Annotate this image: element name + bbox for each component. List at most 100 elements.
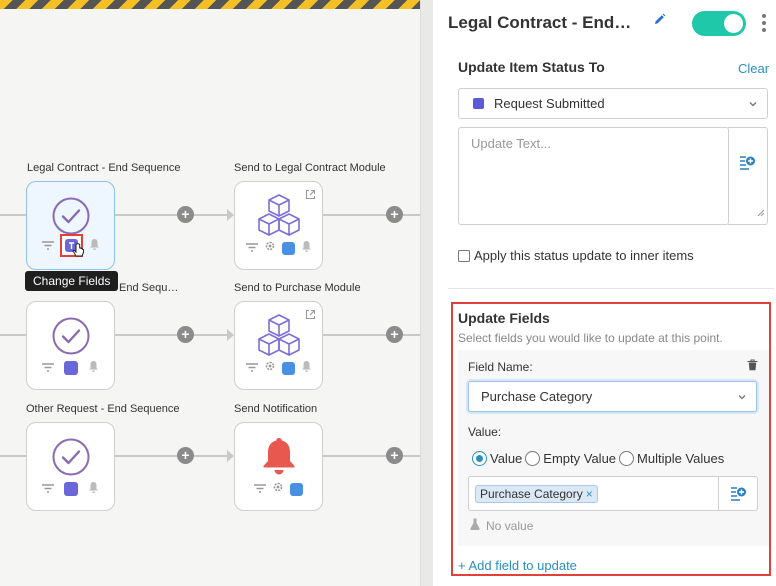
add-step-button[interactable]: + bbox=[386, 206, 403, 223]
connector-line bbox=[115, 334, 177, 336]
pencil-icon[interactable] bbox=[653, 13, 666, 31]
bell-icon[interactable] bbox=[88, 359, 99, 377]
cubes-icon bbox=[255, 193, 303, 244]
status-select-value: Request Submitted bbox=[494, 96, 605, 111]
fields-icon[interactable] bbox=[290, 482, 303, 496]
arrow-right-icon bbox=[227, 450, 234, 462]
section-title-update-status: Update Item Status To bbox=[458, 59, 605, 75]
add-field-link[interactable]: + Add field to update bbox=[458, 558, 577, 573]
connector-line bbox=[115, 455, 177, 457]
chevron-down-icon bbox=[748, 97, 758, 112]
radio-empty-value-label[interactable]: Empty Value bbox=[543, 451, 616, 466]
add-step-button[interactable]: + bbox=[386, 326, 403, 343]
node-title: End Sequ… bbox=[119, 282, 179, 294]
connector-line bbox=[0, 334, 26, 336]
gear-icon[interactable] bbox=[272, 480, 284, 498]
value-label: Value: bbox=[468, 425, 502, 439]
add-step-button[interactable]: + bbox=[386, 447, 403, 464]
bell-icon[interactable] bbox=[89, 237, 100, 255]
status-select[interactable]: Request Submitted bbox=[458, 88, 768, 119]
radio-multiple-values[interactable] bbox=[619, 451, 635, 466]
node-send-to-legal-contract-module[interactable] bbox=[234, 181, 323, 270]
update-text-area[interactable]: Update Text... bbox=[458, 127, 729, 225]
radio-multiple-values-label[interactable]: Multiple Values bbox=[637, 451, 724, 466]
hazard-stripe bbox=[0, 0, 420, 9]
check-circle-icon bbox=[51, 316, 91, 361]
step-settings-panel: Legal Contract - End… Update Item Status… bbox=[434, 0, 776, 586]
connector-line bbox=[194, 334, 228, 336]
connector-line bbox=[323, 334, 386, 336]
radio-empty-value[interactable] bbox=[525, 451, 541, 466]
field-name-select-value: Purchase Category bbox=[481, 389, 593, 404]
gear-icon[interactable] bbox=[264, 359, 276, 377]
change-fields-icon[interactable] bbox=[64, 361, 78, 375]
connector-line bbox=[115, 214, 177, 216]
external-link-icon[interactable] bbox=[305, 187, 316, 205]
bell-icon[interactable] bbox=[301, 239, 312, 257]
node-other-request-end-sequence[interactable] bbox=[26, 422, 115, 511]
change-fields-icon[interactable] bbox=[64, 482, 78, 496]
radio-value[interactable] bbox=[472, 451, 487, 466]
radio-value-label[interactable]: Value bbox=[490, 451, 522, 466]
filter-icon[interactable] bbox=[245, 239, 258, 257]
insert-placeholder-button[interactable] bbox=[728, 127, 768, 225]
cubes-icon bbox=[255, 313, 303, 364]
panel-resize-handle[interactable] bbox=[420, 0, 433, 586]
chevron-down-icon bbox=[737, 390, 747, 405]
insert-field-icon bbox=[739, 155, 756, 175]
clear-status-link[interactable]: Clear bbox=[738, 61, 769, 76]
filter-icon[interactable] bbox=[41, 237, 54, 255]
field-update-card bbox=[458, 350, 769, 546]
more-options-icon[interactable] bbox=[761, 13, 767, 38]
node-title: Other Request - End Sequence bbox=[26, 403, 180, 415]
add-step-button[interactable]: + bbox=[177, 447, 194, 464]
toggle-knob bbox=[724, 14, 743, 33]
workflow-canvas[interactable]: Legal Contract - End Sequence + Send to … bbox=[0, 0, 420, 586]
trash-icon[interactable] bbox=[747, 358, 758, 376]
node-legal-contract-end-sequence[interactable] bbox=[26, 181, 115, 270]
external-link-icon[interactable] bbox=[305, 307, 316, 325]
apply-inner-items-checkbox[interactable] bbox=[458, 249, 470, 262]
step-enabled-toggle[interactable] bbox=[692, 11, 746, 36]
add-step-button[interactable]: + bbox=[177, 206, 194, 223]
filter-icon[interactable] bbox=[254, 480, 266, 498]
no-value-hint: No value bbox=[470, 518, 533, 533]
connector-line bbox=[0, 214, 26, 216]
apply-inner-items-row[interactable]: Apply this status update to inner items bbox=[458, 248, 694, 263]
filter-icon[interactable] bbox=[42, 480, 54, 498]
change-fields-button[interactable] bbox=[59, 234, 84, 257]
section-title-update-fields: Update Fields bbox=[458, 310, 550, 326]
remove-tag-icon[interactable]: × bbox=[586, 487, 593, 501]
node-send-notification[interactable] bbox=[234, 422, 323, 511]
field-tag: Purchase Category × bbox=[475, 485, 598, 503]
connector-line bbox=[323, 214, 386, 216]
change-fields-tooltip: Change Fields bbox=[25, 271, 119, 291]
fields-icon[interactable] bbox=[281, 241, 295, 255]
node-send-to-purchase-module[interactable] bbox=[234, 301, 323, 390]
connector-line bbox=[403, 214, 420, 216]
bell-icon bbox=[261, 436, 297, 481]
fields-icon[interactable] bbox=[281, 361, 295, 375]
node-end-sequence[interactable] bbox=[26, 301, 115, 390]
flask-icon bbox=[470, 518, 480, 533]
add-step-button[interactable]: + bbox=[177, 326, 194, 343]
node-title: Send to Purchase Module bbox=[234, 282, 361, 294]
insert-field-icon bbox=[730, 486, 747, 506]
value-mode-radio-group: Value Empty Value Multiple Values bbox=[472, 451, 724, 466]
filter-icon[interactable] bbox=[42, 359, 54, 377]
connector-line bbox=[0, 455, 26, 457]
field-name-select[interactable]: Purchase Category bbox=[468, 381, 757, 412]
field-name-label: Field Name: bbox=[468, 360, 533, 374]
filter-icon[interactable] bbox=[245, 359, 258, 377]
bell-icon[interactable] bbox=[301, 359, 312, 377]
insert-field-button[interactable] bbox=[718, 476, 758, 511]
node-title: Send Notification bbox=[234, 403, 318, 415]
bell-icon[interactable] bbox=[88, 480, 99, 498]
connector-line bbox=[403, 455, 420, 457]
value-tag-input[interactable]: Purchase Category × bbox=[468, 476, 719, 511]
connector-line bbox=[403, 334, 420, 336]
connector-line bbox=[194, 455, 228, 457]
node-title: Send to Legal Contract Module bbox=[234, 162, 386, 174]
gear-icon[interactable] bbox=[264, 239, 276, 257]
arrow-right-icon bbox=[227, 329, 234, 341]
